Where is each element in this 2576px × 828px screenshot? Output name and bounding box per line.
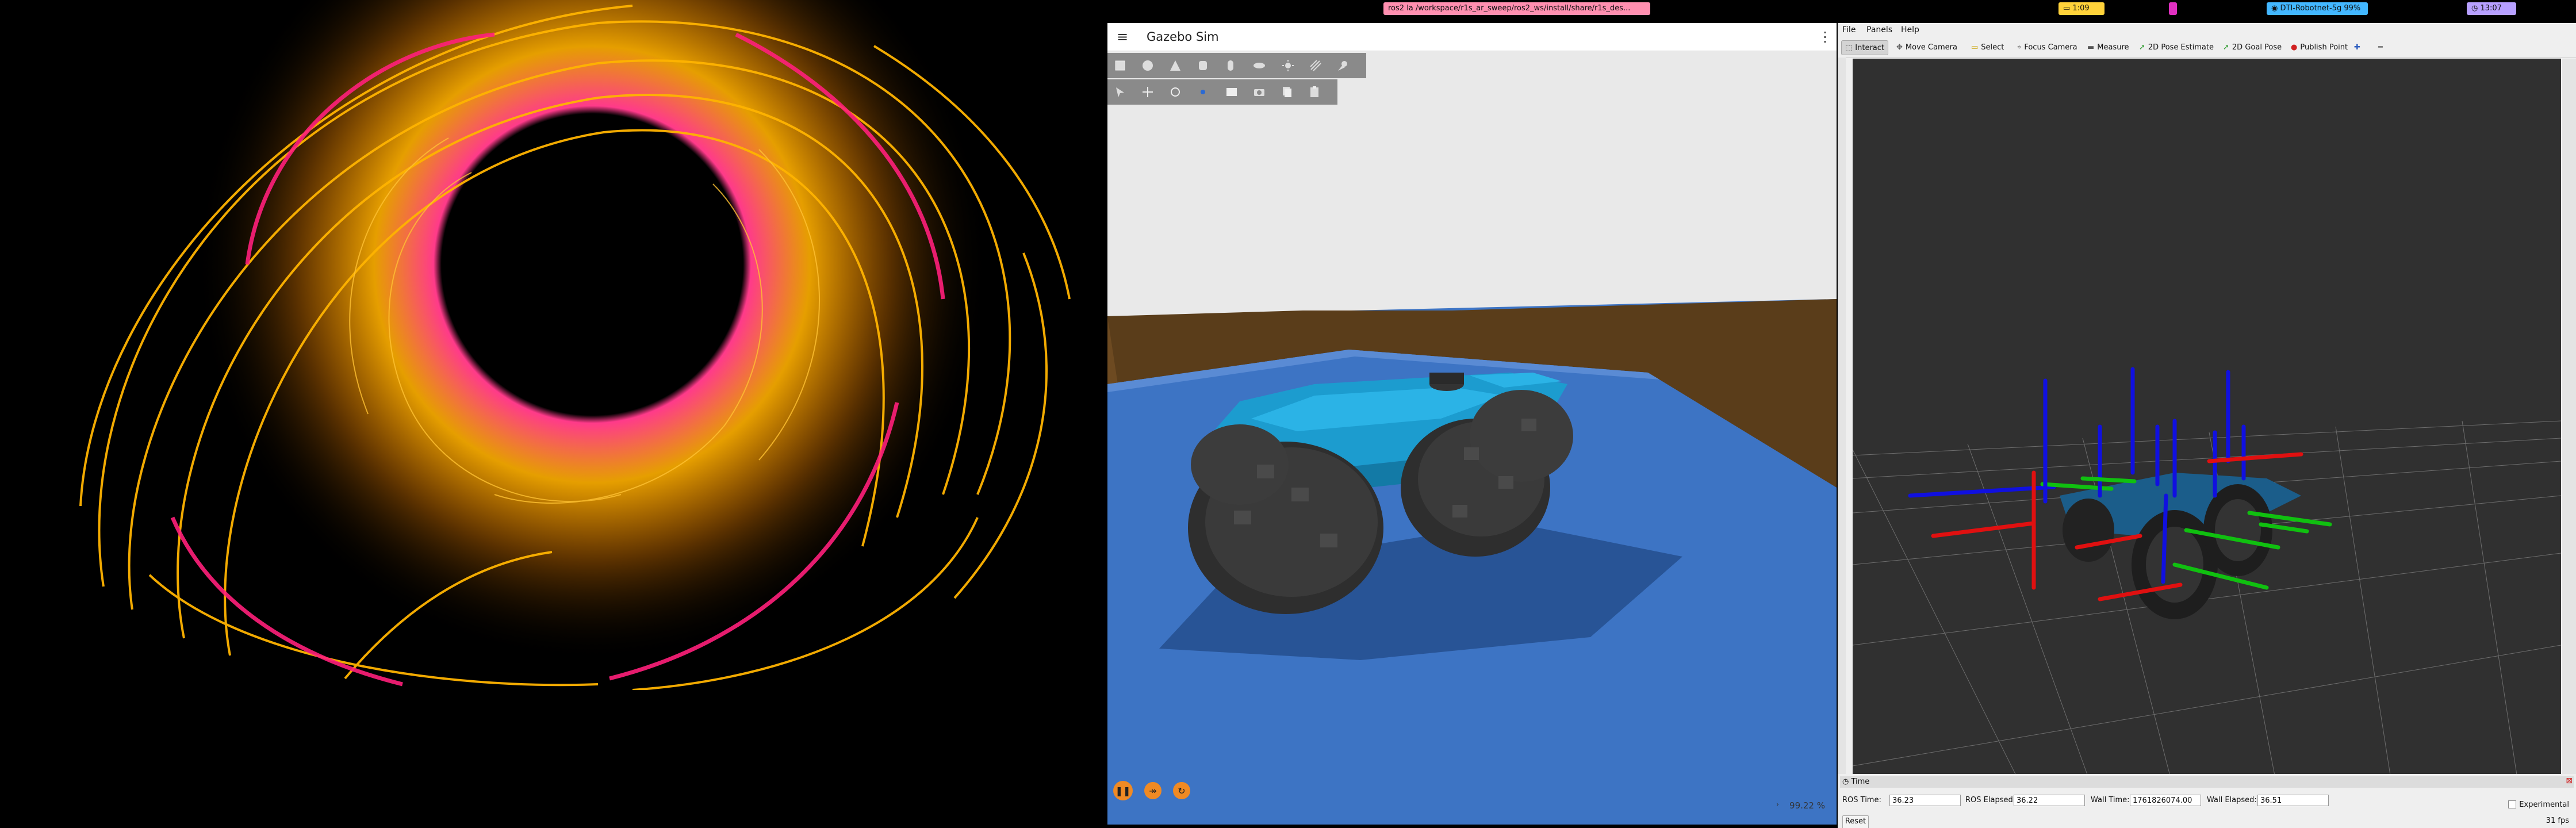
left-dock-handle[interactable] (1838, 57, 1846, 796)
wall-elapsed-field[interactable]: 36.51 (2257, 795, 2329, 806)
remove-tool-icon[interactable]: ━ (2375, 40, 2386, 54)
tool-goal-pose[interactable]: ➚ 2D Goal Pose (2220, 40, 2285, 54)
ros-time-field[interactable]: 36.23 (1889, 795, 1961, 806)
paint-swirl-art (79, 0, 1071, 690)
cone-shape-icon[interactable] (1167, 57, 1183, 74)
menu-bar: File Panels Help (1838, 23, 2576, 37)
ros-time-label: ROS Time: (1842, 796, 1881, 804)
gazebo-render (1107, 51, 1837, 825)
select-icon: ▭ (1971, 43, 1979, 52)
clock[interactable]: ◷ 13:07 (2467, 2, 2516, 15)
shapes-toolbar (1107, 53, 1366, 78)
goal-pose-icon: ➚ (2223, 43, 2229, 52)
rviz-window: File Panels Help ⬚ Interact ✥ Move Camera … (1838, 23, 2576, 828)
rviz-3d-view[interactable] (1853, 59, 2561, 793)
rotate-icon[interactable] (1167, 84, 1183, 100)
focus-camera-icon: ⌖ (2017, 43, 2022, 52)
reset-icon[interactable]: ↻ (1173, 782, 1190, 799)
time-panel-header: ◷ Time (1840, 776, 2574, 788)
tool-focus-camera[interactable]: ⌖ Focus Camera (2014, 40, 2081, 54)
wall-elapsed-label: Wall Elapsed: (2207, 796, 2257, 804)
tool-label: 2D Pose Estimate (2148, 43, 2214, 52)
network-label: DTI-Robotnet-5g 99% (2280, 4, 2361, 13)
battery-status[interactable]: ▭ 1:09 (2058, 2, 2104, 15)
tool-publish-point[interactable]: ● Publish Point (2287, 40, 2351, 54)
paste-icon[interactable] (1306, 84, 1322, 100)
pause-button[interactable]: ❚❚ (1113, 781, 1133, 800)
tool-pose-estimate[interactable]: ➚ 2D Pose Estimate (2136, 40, 2217, 54)
tool-label: Interact (1855, 43, 1885, 52)
clock-icon: ◷ (1842, 777, 1851, 786)
clock-icon: ◷ (2471, 4, 2481, 13)
gazebo-window: ≡ Gazebo Sim ⋮ ❚❚ ↠ ↻ › 99.22 % (1107, 23, 1837, 825)
sun-light-icon[interactable] (1280, 57, 1296, 74)
tool-select[interactable]: ▭ Select (1968, 40, 2007, 54)
indicator-icon[interactable] (2169, 2, 2177, 15)
tool-label: Move Camera (1905, 43, 1957, 52)
interact-icon: ⬚ (1845, 43, 1853, 52)
wall-time-label: Wall Time: (2091, 796, 2130, 804)
terminal-tab[interactable]: ros2 la /workspace/r1s_ar_sweep/ros2_ws/… (1383, 2, 1650, 15)
measure-icon: ▬ (2087, 43, 2095, 52)
terminal-tab-label: ros2 la /workspace/r1s_ar_sweep/ros2_ws/… (1388, 4, 1631, 13)
tools-toolbar: ⬚ Interact ✥ Move Camera ▭ Select ⌖ Focus Ca… (1838, 37, 2576, 58)
snap-icon[interactable] (1195, 84, 1211, 100)
wall-time-field[interactable]: 1761826074.00 (2130, 795, 2201, 806)
tool-measure[interactable]: ▬ Measure (2084, 40, 2133, 54)
network-status[interactable]: ◉ DTI-Robotnet-5g 99% (2267, 2, 2368, 15)
ros-elapsed-label: ROS Elapsed: (1965, 796, 2016, 804)
right-dock-handle[interactable] (2562, 59, 2576, 793)
fps-readout: 31 fps (2546, 816, 2569, 825)
copy-icon[interactable] (1279, 84, 1295, 100)
box-shape-icon[interactable] (1112, 57, 1128, 74)
clock-time: 13:07 (2480, 4, 2502, 13)
publish-point-icon: ● (2291, 43, 2298, 52)
tool-move-camera[interactable]: ✥ Move Camera (1893, 40, 1961, 54)
reset-button[interactable]: Reset (1842, 815, 1869, 828)
info-icon[interactable]: › (1776, 800, 1779, 809)
ros-elapsed-field[interactable]: 36.22 (2014, 795, 2085, 806)
top-panel-bar: ros2 la /workspace/r1s_ar_sweep/ros2_ws/… (1104, 0, 2576, 20)
rviz-render (1853, 59, 2561, 793)
time-panel-title: Time (1851, 777, 1870, 786)
close-icon[interactable]: ⊠ (2566, 776, 2573, 785)
real-time-factor: 99.22 % (1789, 800, 1825, 811)
ellipsoid-shape-icon[interactable] (1251, 57, 1267, 74)
desktop-wallpaper (0, 0, 1104, 690)
tool-label: Measure (2097, 43, 2129, 52)
menu-panels[interactable]: Panels (1866, 25, 1892, 34)
camera-icon[interactable] (1251, 84, 1267, 100)
menu-help[interactable]: Help (1901, 25, 1919, 34)
time-panel: ◷ Time ⊠ ROS Time: 36.23 ROS Elapsed: 36… (1838, 774, 2576, 828)
battery-icon: ▭ (2063, 4, 2073, 13)
step-icon[interactable]: ↠ (1144, 782, 1162, 799)
directional-light-icon[interactable] (1308, 57, 1324, 74)
tool-label: Focus Camera (2024, 43, 2077, 52)
window-title: Gazebo Sim (1147, 30, 1219, 44)
tool-label: 2D Goal Pose (2232, 43, 2282, 52)
translate-icon[interactable] (1140, 84, 1156, 100)
tool-label: Publish Point (2300, 43, 2348, 52)
kebab-icon[interactable]: ⋮ (1818, 29, 1832, 45)
select-icon[interactable] (1112, 84, 1128, 100)
sphere-shape-icon[interactable] (1140, 57, 1156, 74)
hamburger-icon[interactable]: ≡ (1114, 29, 1130, 45)
tool-interact[interactable]: ⬚ Interact (1841, 40, 1889, 55)
menu-file[interactable]: File (1842, 25, 1856, 34)
add-tool-icon[interactable]: ✚ (2351, 40, 2364, 54)
battery-time: 1:09 (2072, 4, 2090, 13)
move-camera-icon: ✥ (1896, 43, 1903, 52)
pose-estimate-icon: ➚ (2139, 43, 2145, 52)
grid-icon[interactable] (1224, 84, 1240, 100)
wifi-icon: ◉ (2271, 4, 2280, 13)
gazebo-3d-scene[interactable] (1107, 51, 1837, 825)
cylinder-shape-icon[interactable] (1195, 57, 1211, 74)
experimental-label: Experimental (2519, 800, 2569, 809)
tool-label: Select (1981, 43, 2004, 52)
experimental-checkbox[interactable] (2508, 800, 2516, 808)
transform-toolbar (1107, 79, 1337, 105)
gazebo-title-bar: ≡ Gazebo Sim ⋮ (1107, 23, 1837, 51)
capsule-shape-icon[interactable] (1222, 57, 1239, 74)
spot-light-icon[interactable] (1335, 57, 1351, 74)
